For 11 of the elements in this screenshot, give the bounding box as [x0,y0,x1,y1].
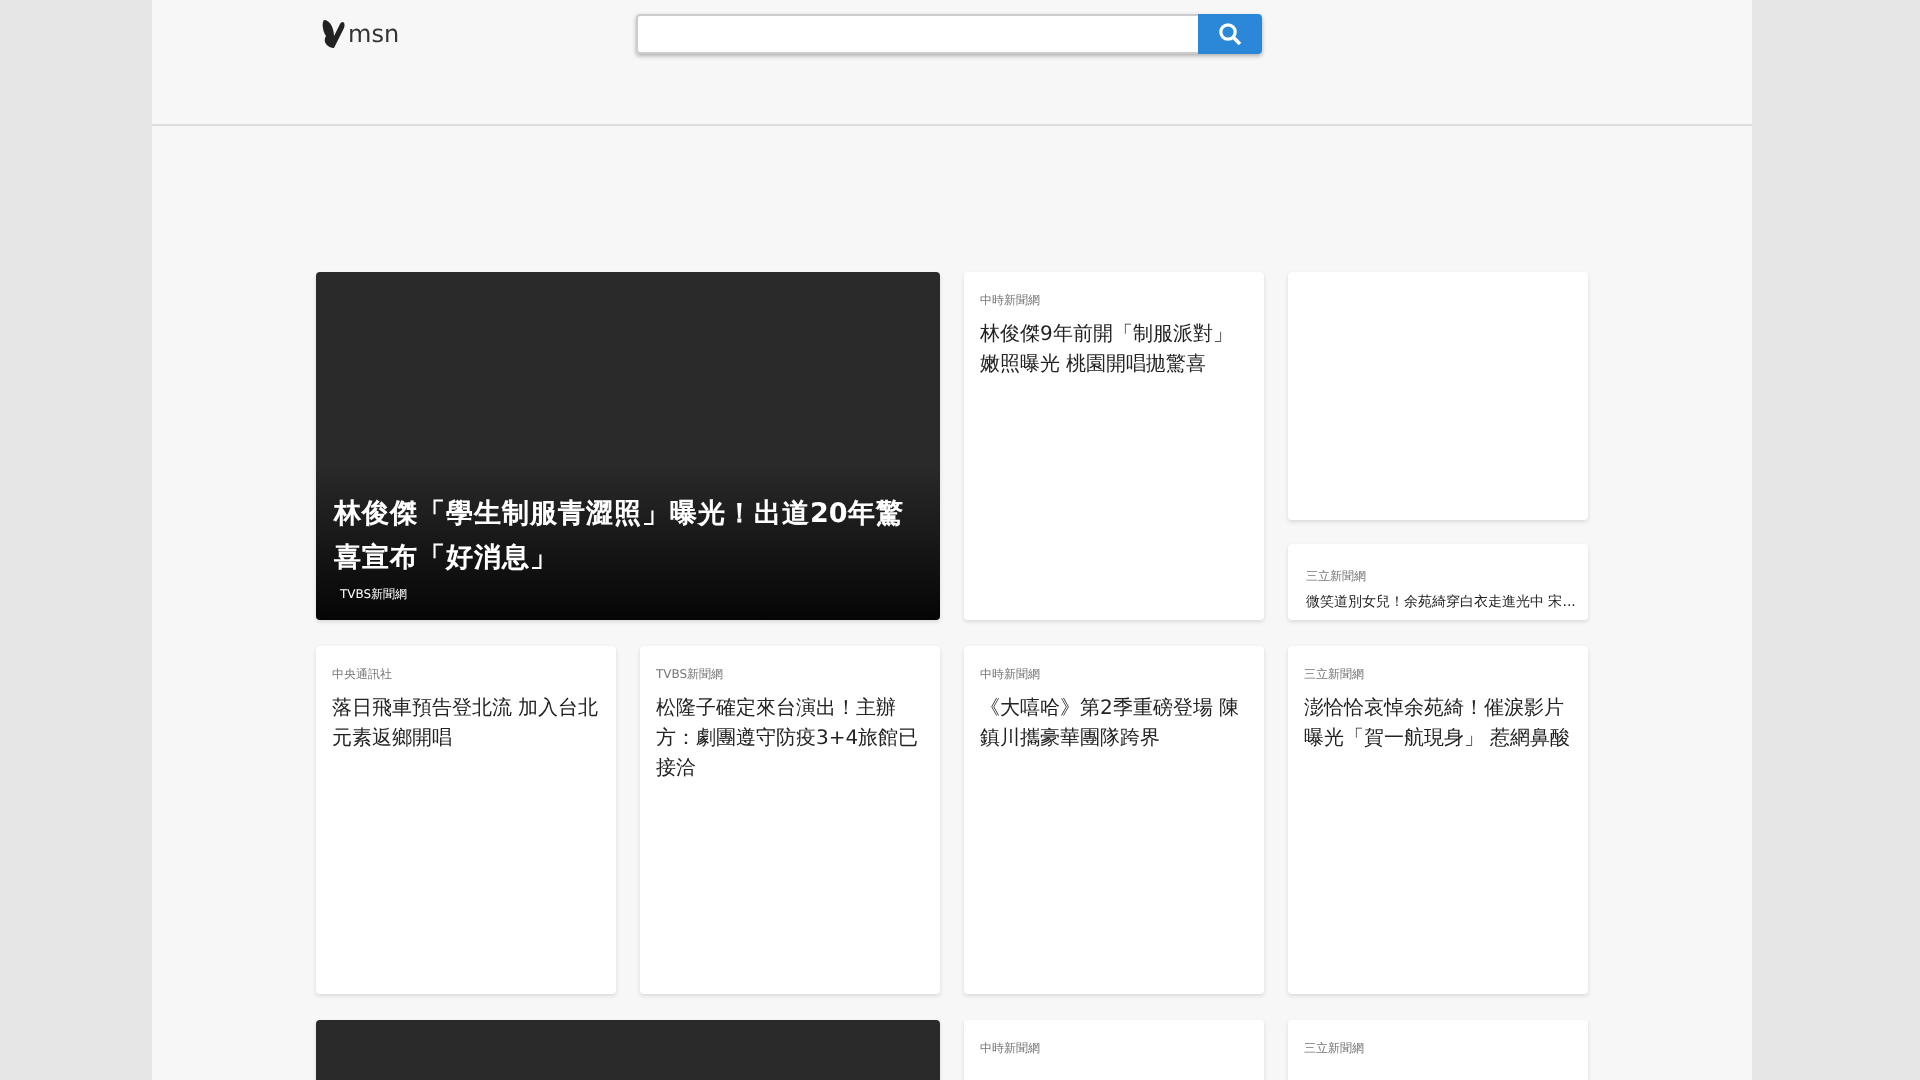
search-field[interactable] [635,14,1198,54]
headline: 林俊傑9年前開「制服派對」嫩照曝光 桃園開唱拋驚喜 [980,321,1235,380]
headline: 松隆子確定來台演出！主辦方：劇團遵守防疫3+4旅館已接洽 [656,695,921,784]
headline: 林俊傑「學生制服青澀照」曝光！出道20年驚喜宣布「好消息」 [334,496,906,578]
search-button[interactable] [1197,14,1262,54]
headline: 落日飛車預告登北流 加入台北元素返鄉開唱 [332,695,600,754]
butterfly-icon [322,18,346,50]
headline: 澎恰恰哀悼余苑綺！催淚影片曝光「賀一航現身」 惹網鼻酸 [1304,695,1572,754]
search-icon [1217,22,1242,46]
headline: 《大嘻哈》第2季重磅登場 陳鎮川攜豪華團隊跨界 [980,695,1242,754]
logo-text[interactable]: msn [348,20,400,48]
